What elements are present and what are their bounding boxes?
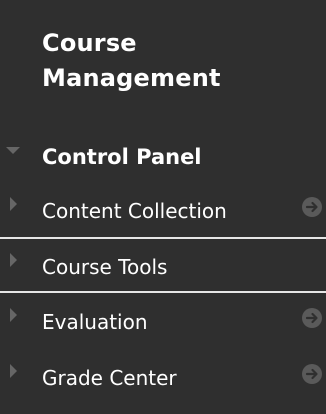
menu-item-content-collection[interactable]: Content Collection	[0, 183, 326, 239]
arrow-circle-right-icon[interactable]	[302, 364, 322, 384]
course-management-panel: Course Management Control Panel Content …	[0, 0, 326, 414]
menu-item-label: Evaluation	[42, 310, 148, 334]
arrow-circle-right-icon[interactable]	[302, 308, 322, 328]
menu-item-grade-center[interactable]: Grade Center	[0, 350, 326, 406]
menu-item-label: Content Collection	[42, 199, 227, 223]
control-panel-label: Control Panel	[42, 145, 202, 169]
arrow-circle-right-icon[interactable]	[302, 197, 322, 217]
menu-item-label: Course Tools	[42, 255, 168, 279]
triangle-down-icon[interactable]	[6, 147, 20, 154]
menu-item-evaluation[interactable]: Evaluation	[0, 294, 326, 350]
control-panel-header[interactable]: Control Panel	[0, 138, 326, 178]
menu-item-course-tools[interactable]: Course Tools	[0, 237, 326, 293]
panel-title: Course Management	[42, 29, 221, 92]
triangle-right-icon[interactable]	[10, 197, 17, 211]
triangle-right-icon[interactable]	[10, 364, 17, 378]
triangle-right-icon[interactable]	[10, 253, 17, 267]
triangle-right-icon[interactable]	[10, 308, 17, 322]
menu-item-label: Grade Center	[42, 366, 177, 390]
